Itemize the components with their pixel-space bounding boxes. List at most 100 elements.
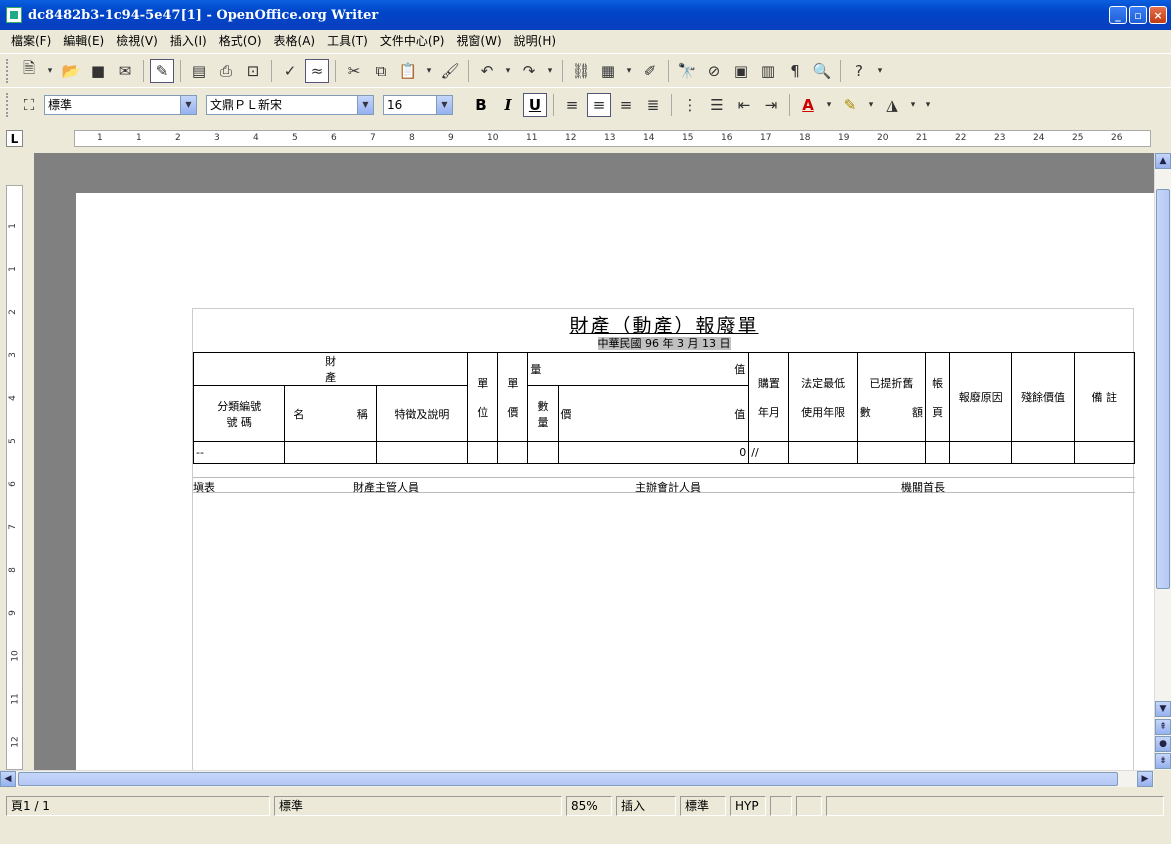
page-preview-icon[interactable]: ⊡ xyxy=(241,59,265,83)
menu-help[interactable]: 說明(H) xyxy=(509,31,561,51)
chevron-down-icon[interactable]: ▼ xyxy=(180,95,196,114)
paste-dropdown-icon[interactable]: ▾ xyxy=(423,59,435,83)
align-center-icon[interactable]: ≡ xyxy=(587,92,611,117)
background-dropdown-icon[interactable]: ▾ xyxy=(907,93,919,117)
formatting-marks-icon[interactable]: ¶ xyxy=(783,59,807,83)
navigation-icon[interactable]: ● xyxy=(1155,736,1171,752)
save-icon[interactable]: ■ xyxy=(86,59,110,83)
format-paintbrush-icon[interactable]: 🖌 xyxy=(438,59,462,83)
scroll-down-icon[interactable]: ▼ xyxy=(1155,701,1171,717)
cell-depreciation[interactable] xyxy=(856,441,927,464)
cell-reason[interactable] xyxy=(949,441,1013,464)
toolbar-grip[interactable] xyxy=(6,58,10,83)
horizontal-scrollbar[interactable]: ◀ ▶ xyxy=(0,770,1154,787)
email-icon[interactable]: ✉ xyxy=(113,59,137,83)
zoom-icon[interactable]: 🔍 xyxy=(810,59,834,83)
cell-unit[interactable] xyxy=(467,441,499,464)
table-icon[interactable]: ▦ xyxy=(596,59,620,83)
cell-value[interactable]: 0 xyxy=(557,441,750,464)
gallery-icon[interactable]: ▣ xyxy=(729,59,753,83)
undo-dropdown-icon[interactable]: ▾ xyxy=(502,59,514,83)
toolbar-options-icon[interactable]: ▾ xyxy=(874,59,886,83)
undo-icon[interactable]: ↶ xyxy=(475,59,499,83)
edit-file-icon[interactable]: ✎ xyxy=(150,58,174,83)
cell-class-no[interactable]: -- xyxy=(192,441,286,464)
tab-type-icon[interactable]: L xyxy=(6,130,23,147)
underline-button[interactable]: U xyxy=(523,92,547,117)
new-document-icon[interactable]: 🗎 xyxy=(17,59,41,83)
cell-min-life[interactable] xyxy=(788,441,858,464)
menu-edit[interactable]: 編輯(E) xyxy=(58,31,109,51)
status-modified[interactable] xyxy=(770,796,792,816)
cell-spec[interactable] xyxy=(375,441,469,464)
paste-icon[interactable]: 📋 xyxy=(396,59,420,83)
horizontal-ruler[interactable]: 1 1 2 3 4 5 6 7 8 9 10 11 12 13 14 15 16 17 18 19 20 21 22 23 24… xyxy=(74,130,1151,147)
menu-table[interactable]: 表格(A) xyxy=(269,31,321,51)
copy-icon[interactable]: ⧉ xyxy=(369,59,393,83)
bold-button[interactable]: B xyxy=(469,93,493,117)
find-replace-icon[interactable]: 🔭 xyxy=(675,59,699,83)
print-icon[interactable]: ⎙ xyxy=(214,59,238,83)
cell-ledger[interactable] xyxy=(925,441,951,464)
toolbar-grip[interactable] xyxy=(6,92,10,117)
font-color-icon[interactable]: A xyxy=(796,93,820,117)
styles-formatting-icon[interactable]: ⛶ xyxy=(17,93,41,117)
status-zoom[interactable]: 85% xyxy=(566,796,612,816)
next-page-icon[interactable]: ⇟ xyxy=(1155,753,1171,769)
open-folder-icon[interactable]: 📂 xyxy=(59,59,83,83)
chevron-down-icon[interactable]: ▼ xyxy=(357,95,373,114)
cell-remarks[interactable] xyxy=(1073,441,1136,464)
font-name-select[interactable]: 文鼎ＰＬ新宋 ▼ xyxy=(206,94,374,115)
cut-icon[interactable]: ✂ xyxy=(342,59,366,83)
export-pdf-icon[interactable]: ▤ xyxy=(187,59,211,83)
font-size-select[interactable]: 16 ▼ xyxy=(383,94,453,115)
status-hyperlink-mode[interactable]: HYP xyxy=(730,796,766,816)
table-dropdown-icon[interactable]: ▾ xyxy=(623,59,635,83)
increase-indent-icon[interactable]: ⇥ xyxy=(759,93,783,117)
menu-format[interactable]: 格式(O) xyxy=(214,31,267,51)
horizontal-scroll-thumb[interactable] xyxy=(18,772,1118,786)
status-page[interactable]: 頁1 / 1 xyxy=(6,796,270,816)
close-button[interactable]: × xyxy=(1149,6,1167,24)
help-icon[interactable]: ? xyxy=(847,59,871,83)
menu-window[interactable]: 視窗(W) xyxy=(451,31,506,51)
status-selection-mode[interactable]: 標準 xyxy=(680,796,726,816)
menu-file[interactable]: 檔案(F) xyxy=(6,31,56,51)
decrease-indent-icon[interactable]: ⇤ xyxy=(732,93,756,117)
background-color-icon[interactable]: ◮ xyxy=(880,93,904,117)
menu-tools[interactable]: 工具(T) xyxy=(322,31,373,51)
vertical-scrollbar[interactable]: ▲ ▼ ⇞ ● ⇟ xyxy=(1154,153,1171,770)
status-style[interactable]: 標準 xyxy=(274,796,562,816)
cell-residual[interactable] xyxy=(1011,441,1075,464)
scroll-up-icon[interactable]: ▲ xyxy=(1155,153,1171,169)
document-page[interactable]: 財產（動產）報廢單 中華民國 96 年 3 月 13 日 財產 單位 單價 量值… xyxy=(76,193,1154,770)
spellcheck-icon[interactable]: ✓ xyxy=(278,59,302,83)
highlight-icon[interactable]: ✎ xyxy=(838,93,862,117)
redo-dropdown-icon[interactable]: ▾ xyxy=(544,59,556,83)
minimize-button[interactable]: _ xyxy=(1109,6,1127,24)
chevron-down-icon[interactable]: ▼ xyxy=(436,95,452,114)
align-right-icon[interactable]: ≡ xyxy=(614,93,638,117)
toolbar-options-icon[interactable]: ▾ xyxy=(922,93,934,117)
font-color-dropdown-icon[interactable]: ▾ xyxy=(823,93,835,117)
cell-purchase[interactable]: // xyxy=(748,441,790,464)
status-insert-mode[interactable]: 插入 xyxy=(616,796,676,816)
cell-quantity[interactable] xyxy=(527,441,559,464)
justify-icon[interactable]: ≣ xyxy=(641,93,665,117)
hyperlink-icon[interactable]: ⛓ xyxy=(569,59,593,83)
align-left-icon[interactable]: ≡ xyxy=(560,93,584,117)
new-dropdown-icon[interactable]: ▾ xyxy=(44,59,56,83)
menu-view[interactable]: 檢視(V) xyxy=(111,31,163,51)
menu-insert[interactable]: 插入(I) xyxy=(165,31,212,51)
status-signature[interactable] xyxy=(796,796,822,816)
cell-name[interactable] xyxy=(284,441,377,464)
redo-icon[interactable]: ↷ xyxy=(517,59,541,83)
italic-button[interactable]: I xyxy=(496,93,520,117)
menu-document-center[interactable]: 文件中心(P) xyxy=(375,31,450,51)
vertical-ruler[interactable]: 112345678910111213 xyxy=(6,185,23,770)
autospellcheck-icon[interactable]: ≈ xyxy=(305,58,329,83)
highlight-dropdown-icon[interactable]: ▾ xyxy=(865,93,877,117)
navigator-icon[interactable]: ⊘ xyxy=(702,59,726,83)
previous-page-icon[interactable]: ⇞ xyxy=(1155,719,1171,735)
data-sources-icon[interactable]: ▥ xyxy=(756,59,780,83)
